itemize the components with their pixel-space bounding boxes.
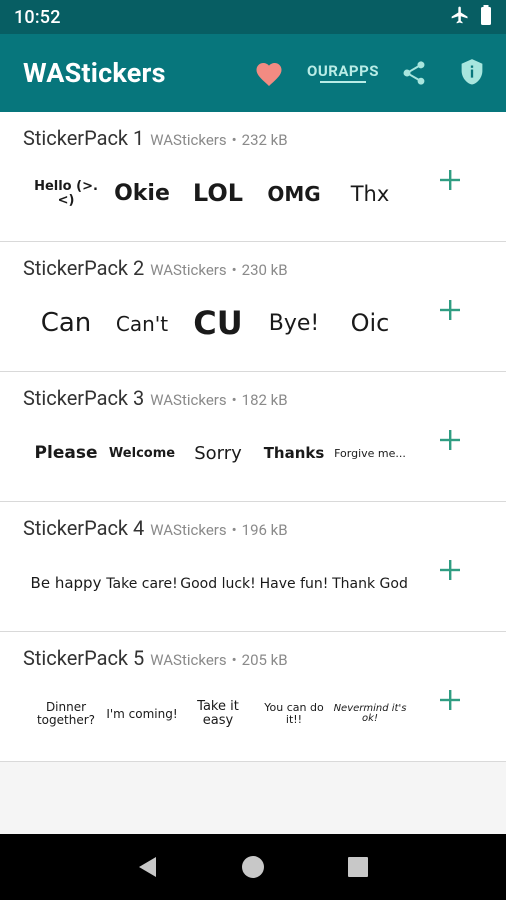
pack-meta: WAStickers • 196 kB <box>150 521 288 539</box>
pack-size: 232 kB <box>241 131 288 149</box>
pack-name: StickerPack 3 <box>23 386 145 410</box>
sticker-preview: Can <box>40 308 92 339</box>
our-apps-button[interactable]: OUR APPS <box>307 63 379 83</box>
pack-header: StickerPack 1 WAStickers • 232 kB <box>23 126 288 150</box>
back-button[interactable] <box>130 849 166 885</box>
sticker-preview-strip: Can Can't CU Bye! Oic <box>28 298 408 350</box>
recents-square-icon <box>348 857 369 877</box>
pack-header: StickerPack 3 WAStickers • 182 kB <box>23 386 288 410</box>
sticker-preview: Okie <box>114 181 170 207</box>
sticker-pack-row[interactable]: StickerPack 3 WAStickers • 182 kB Please W… <box>0 372 506 502</box>
sticker-preview: Dinner together? <box>36 700 96 727</box>
pack-size: 182 kB <box>241 391 288 409</box>
pack-size: 205 kB <box>241 651 288 669</box>
pack-size: 230 kB <box>241 261 288 279</box>
pack-publisher: WAStickers <box>150 651 227 669</box>
our-apps-label-line2: APPS <box>338 62 379 80</box>
pack-publisher: WAStickers <box>150 521 227 539</box>
status-icons <box>450 5 492 29</box>
pack-name: StickerPack 5 <box>23 646 145 670</box>
status-bar: 10:52 <box>0 0 506 34</box>
sticker-preview: Please <box>34 443 98 464</box>
pack-size: 196 kB <box>241 521 288 539</box>
privacy-button[interactable] <box>458 58 486 88</box>
sticker-preview: Have fun! <box>259 575 329 592</box>
sticker-preview: Forgive me... <box>334 447 406 461</box>
pack-header: StickerPack 2 WAStickers • 230 kB <box>23 256 288 280</box>
pack-publisher: WAStickers <box>150 391 227 409</box>
sticker-preview: OMG <box>267 181 321 206</box>
sticker-preview: Be happy <box>30 574 102 593</box>
sticker-preview: Good luck! <box>180 575 256 592</box>
pack-meta: WAStickers • 232 kB <box>150 131 288 149</box>
our-apps-label-line1: OUR <box>307 62 339 80</box>
shield-info-icon <box>461 59 483 85</box>
pack-name: StickerPack 1 <box>23 126 145 150</box>
add-pack-button[interactable] <box>432 422 468 458</box>
heart-icon <box>256 63 282 86</box>
recents-button[interactable] <box>340 849 376 885</box>
sticker-preview: Thanks <box>263 444 325 463</box>
sticker-preview: Nevermind it's ok! <box>333 702 407 724</box>
pack-header: StickerPack 4 WAStickers • 196 kB <box>23 516 288 540</box>
sticker-preview: Take care! <box>106 575 178 592</box>
plus-icon <box>440 560 460 580</box>
sticker-preview: Take it easy <box>197 699 239 728</box>
add-pack-button[interactable] <box>432 292 468 328</box>
sticker-preview-strip: Please Welcome Sorry Thanks Forgive me..… <box>28 428 408 480</box>
sticker-preview: Bye! <box>268 311 320 337</box>
back-triangle-icon <box>138 857 156 877</box>
plus-icon <box>440 430 460 450</box>
sticker-pack-row[interactable]: StickerPack 4 WAStickers • 196 kB Be happy… <box>0 502 506 632</box>
add-pack-button[interactable] <box>432 682 468 718</box>
home-button[interactable] <box>235 849 271 885</box>
add-pack-button[interactable] <box>432 162 468 198</box>
add-pack-button[interactable] <box>432 552 468 588</box>
sticker-preview: Welcome <box>108 446 176 462</box>
sticker-pack-row[interactable]: StickerPack 1 WAStickers • 232 kB Hello (>… <box>0 112 506 242</box>
sticker-preview: I'm coming! <box>106 706 178 721</box>
sticker-pack-row[interactable]: StickerPack 2 WAStickers • 230 kB Can Can'… <box>0 242 506 372</box>
navigation-bar <box>0 834 506 900</box>
sticker-preview: Can't <box>115 311 169 336</box>
sticker-preview: CU <box>193 304 243 343</box>
sticker-preview-strip: Be happy Take care! Good luck! Have fun!… <box>28 558 408 610</box>
sticker-pack-list[interactable]: StickerPack 1 WAStickers • 232 kB Hello (>… <box>0 112 506 834</box>
pack-header: StickerPack 5 WAStickers • 205 kB <box>23 646 288 670</box>
pack-meta: WAStickers • 182 kB <box>150 391 288 409</box>
sticker-preview: You can do it!! <box>264 701 324 726</box>
pack-meta: WAStickers • 230 kB <box>150 261 288 279</box>
sticker-preview: LOL <box>192 179 244 208</box>
pack-publisher: WAStickers <box>150 261 227 279</box>
sticker-preview: Thx <box>350 181 390 206</box>
plus-icon <box>440 170 460 190</box>
plus-icon <box>440 300 460 320</box>
sticker-preview: Thank God <box>332 575 408 592</box>
home-circle-icon <box>241 856 264 878</box>
sticker-preview: Oic <box>350 309 390 338</box>
share-button[interactable] <box>400 59 428 87</box>
sticker-preview: Hello (>.<) <box>34 179 98 208</box>
sticker-preview-strip: Dinner together? I'm coming! Take it eas… <box>28 688 408 740</box>
app-bar: WAStickers OUR APPS <box>0 34 506 112</box>
pack-meta: WAStickers • 205 kB <box>150 651 288 669</box>
app-actions: OUR APPS <box>254 58 486 88</box>
sticker-preview: Sorry <box>194 442 242 464</box>
status-time: 10:52 <box>14 6 61 28</box>
pack-name: StickerPack 4 <box>23 516 145 540</box>
share-icon <box>403 61 425 85</box>
battery-icon <box>480 5 492 29</box>
pack-publisher: WAStickers <box>150 131 227 149</box>
sticker-pack-row[interactable]: StickerPack 5 WAStickers • 205 kB Dinner t… <box>0 632 506 762</box>
sticker-preview-strip: Hello (>.<) Okie LOL OMG Thx <box>28 168 408 220</box>
app-title: WAStickers <box>23 57 166 89</box>
pack-name: StickerPack 2 <box>23 256 145 280</box>
favorites-button[interactable] <box>254 59 284 87</box>
plus-icon <box>440 690 460 710</box>
airplane-icon <box>450 5 470 29</box>
